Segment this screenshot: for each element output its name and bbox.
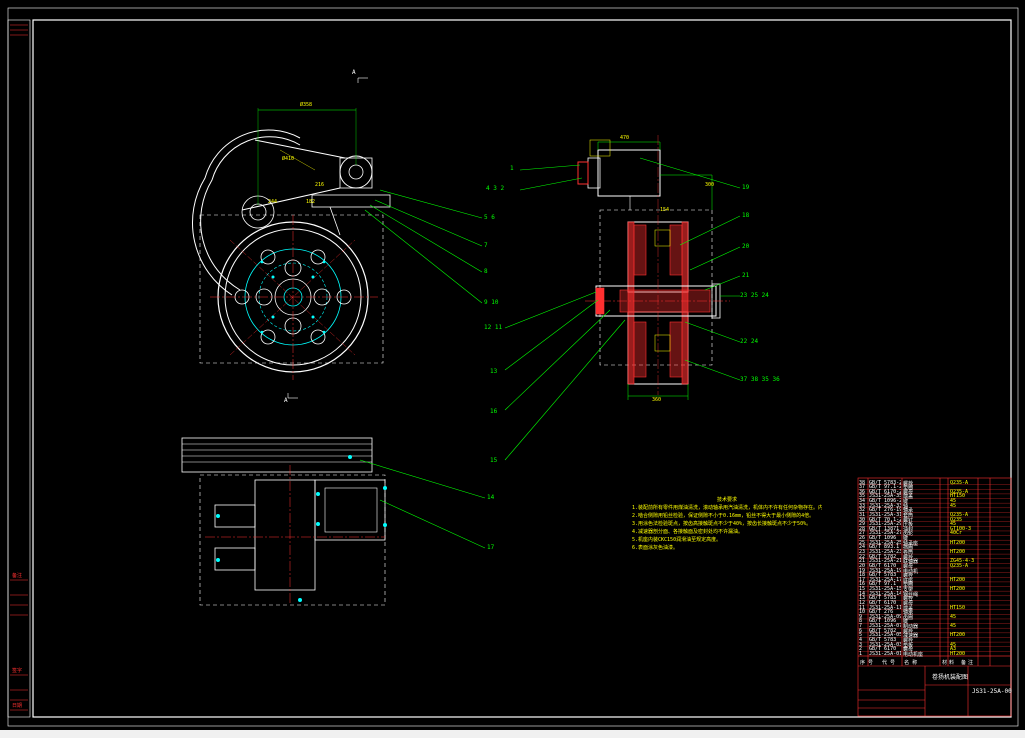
top-view <box>181 437 387 606</box>
balloon-8[interactable]: 8 <box>484 269 488 275</box>
dim-3: Ø410 <box>282 156 295 162</box>
dim-5: 360 <box>652 397 662 403</box>
balloon-22-24[interactable]: 22 24 <box>740 339 758 345</box>
dim-2: 470 <box>620 135 630 141</box>
part-material: HT200 <box>950 632 966 639</box>
side-label-top: 备注 <box>12 573 23 579</box>
balloon-20[interactable]: 20 <box>742 244 749 250</box>
dim-9: 154 <box>660 207 670 213</box>
header-remark: 备注 <box>961 660 976 666</box>
side-label-bottom: 日期 <box>12 703 23 709</box>
part-code: JS31-25A-01 <box>869 650 901 657</box>
section-marker-bottom: A <box>284 397 288 404</box>
part-material: HT200 <box>950 586 966 593</box>
notes-line: 5.机座内装CKC150润滑油至规定高度。 <box>632 537 722 543</box>
horizontal-scrollbar[interactable] <box>0 730 1025 738</box>
part-material: HT200 <box>950 539 966 546</box>
part-material: 40Cr <box>950 530 963 537</box>
balloon-16[interactable]: 16 <box>490 409 497 415</box>
header-code: 代号 <box>882 660 899 666</box>
balloon-14[interactable]: 14 <box>487 495 494 501</box>
drawing-title: 卷扬机装配图 <box>932 674 969 681</box>
table-header: 序号 代号 名称 数量 <box>860 659 924 666</box>
part-material: HT200 <box>950 548 966 555</box>
balloon-1[interactable]: 1 <box>510 166 514 172</box>
drawing-number: JS31-25A-00 <box>972 688 1012 695</box>
notes-line: 6.表面涂灰色油漆。 <box>632 545 679 551</box>
balloon-19[interactable]: 19 <box>742 185 749 191</box>
balloon-9-10[interactable]: 9 10 <box>484 300 498 306</box>
cad-canvas[interactable]: { "colors": {"background":"#000000","fra… <box>0 0 1025 738</box>
header-no: 序号 <box>860 660 877 666</box>
section-view <box>577 135 730 400</box>
balloon-4-3-2[interactable]: 4 3 2 <box>486 186 504 192</box>
side-label-mid: 签字 <box>12 668 23 674</box>
balloon-21[interactable]: 21 <box>742 273 749 279</box>
side-strip <box>7 19 31 718</box>
front-view <box>192 77 391 399</box>
part-material: Q235-A <box>950 562 969 569</box>
balloon-23-25-24[interactable]: 23 25 24 <box>740 293 769 299</box>
balloon-12-11[interactable]: 12 11 <box>484 325 502 331</box>
notes-line: 4.减速器剖分面、各接触面及密封处均不许漏油。 <box>632 529 744 535</box>
balloon-17[interactable]: 17 <box>487 545 494 551</box>
part-material: HT200 <box>950 650 966 657</box>
dim-6: 300 <box>705 182 715 188</box>
balloon-13[interactable]: 13 <box>490 369 497 375</box>
side-strip-marks <box>10 24 28 711</box>
header-mat: 材料 <box>942 660 957 666</box>
technical-notes: 技术要求 1.装配前所有零件用煤油清洗，滚动轴承用汽油清洗，机体内不许有任何杂物… <box>632 496 822 552</box>
dim-1: Ø358 <box>300 102 313 108</box>
dim-8: 182 <box>306 199 316 205</box>
part-material: 45 <box>950 623 957 630</box>
part-material: 45 <box>950 502 957 509</box>
balloon-15[interactable]: 15 <box>490 458 497 464</box>
part-material: Q235-A <box>950 479 969 486</box>
balloon-37-38-35-36[interactable]: 37 38 35 36 <box>740 377 780 383</box>
balloon-7[interactable]: 7 <box>484 243 488 249</box>
notes-title: 技术要求 <box>716 497 737 503</box>
table-header-right: 材料 备注 <box>942 659 1008 666</box>
notes-line: 3.用涂色法检验斑点，按齿高接触斑点不少于40%，按齿长接触斑点不少于50%。 <box>632 521 812 527</box>
notes-line: 1.装配前所有零件用煤油清洗，滚动轴承用汽油清洗，机体内不许有任何杂物存在。内壁… <box>632 505 822 511</box>
dim-7: 244 <box>268 199 278 205</box>
notes-line: 2.啮合侧隙用铅丝检验，保证侧隙不小于0.16mm，铅丝不得大于最小侧隙的4倍。 <box>632 513 815 519</box>
part-material: HT150 <box>950 604 966 611</box>
section-marker-top: A <box>352 69 356 76</box>
balloon-5-6[interactable]: 5 6 <box>484 215 495 221</box>
part-material: 45 <box>950 613 957 620</box>
balloon-18[interactable]: 18 <box>742 213 749 219</box>
dim-4: 216 <box>315 182 325 188</box>
part-name: 电动机座 <box>903 651 924 658</box>
part-material: HT200 <box>950 576 966 583</box>
part-no: 1 <box>859 650 863 657</box>
header-name: 名称 <box>904 660 921 666</box>
